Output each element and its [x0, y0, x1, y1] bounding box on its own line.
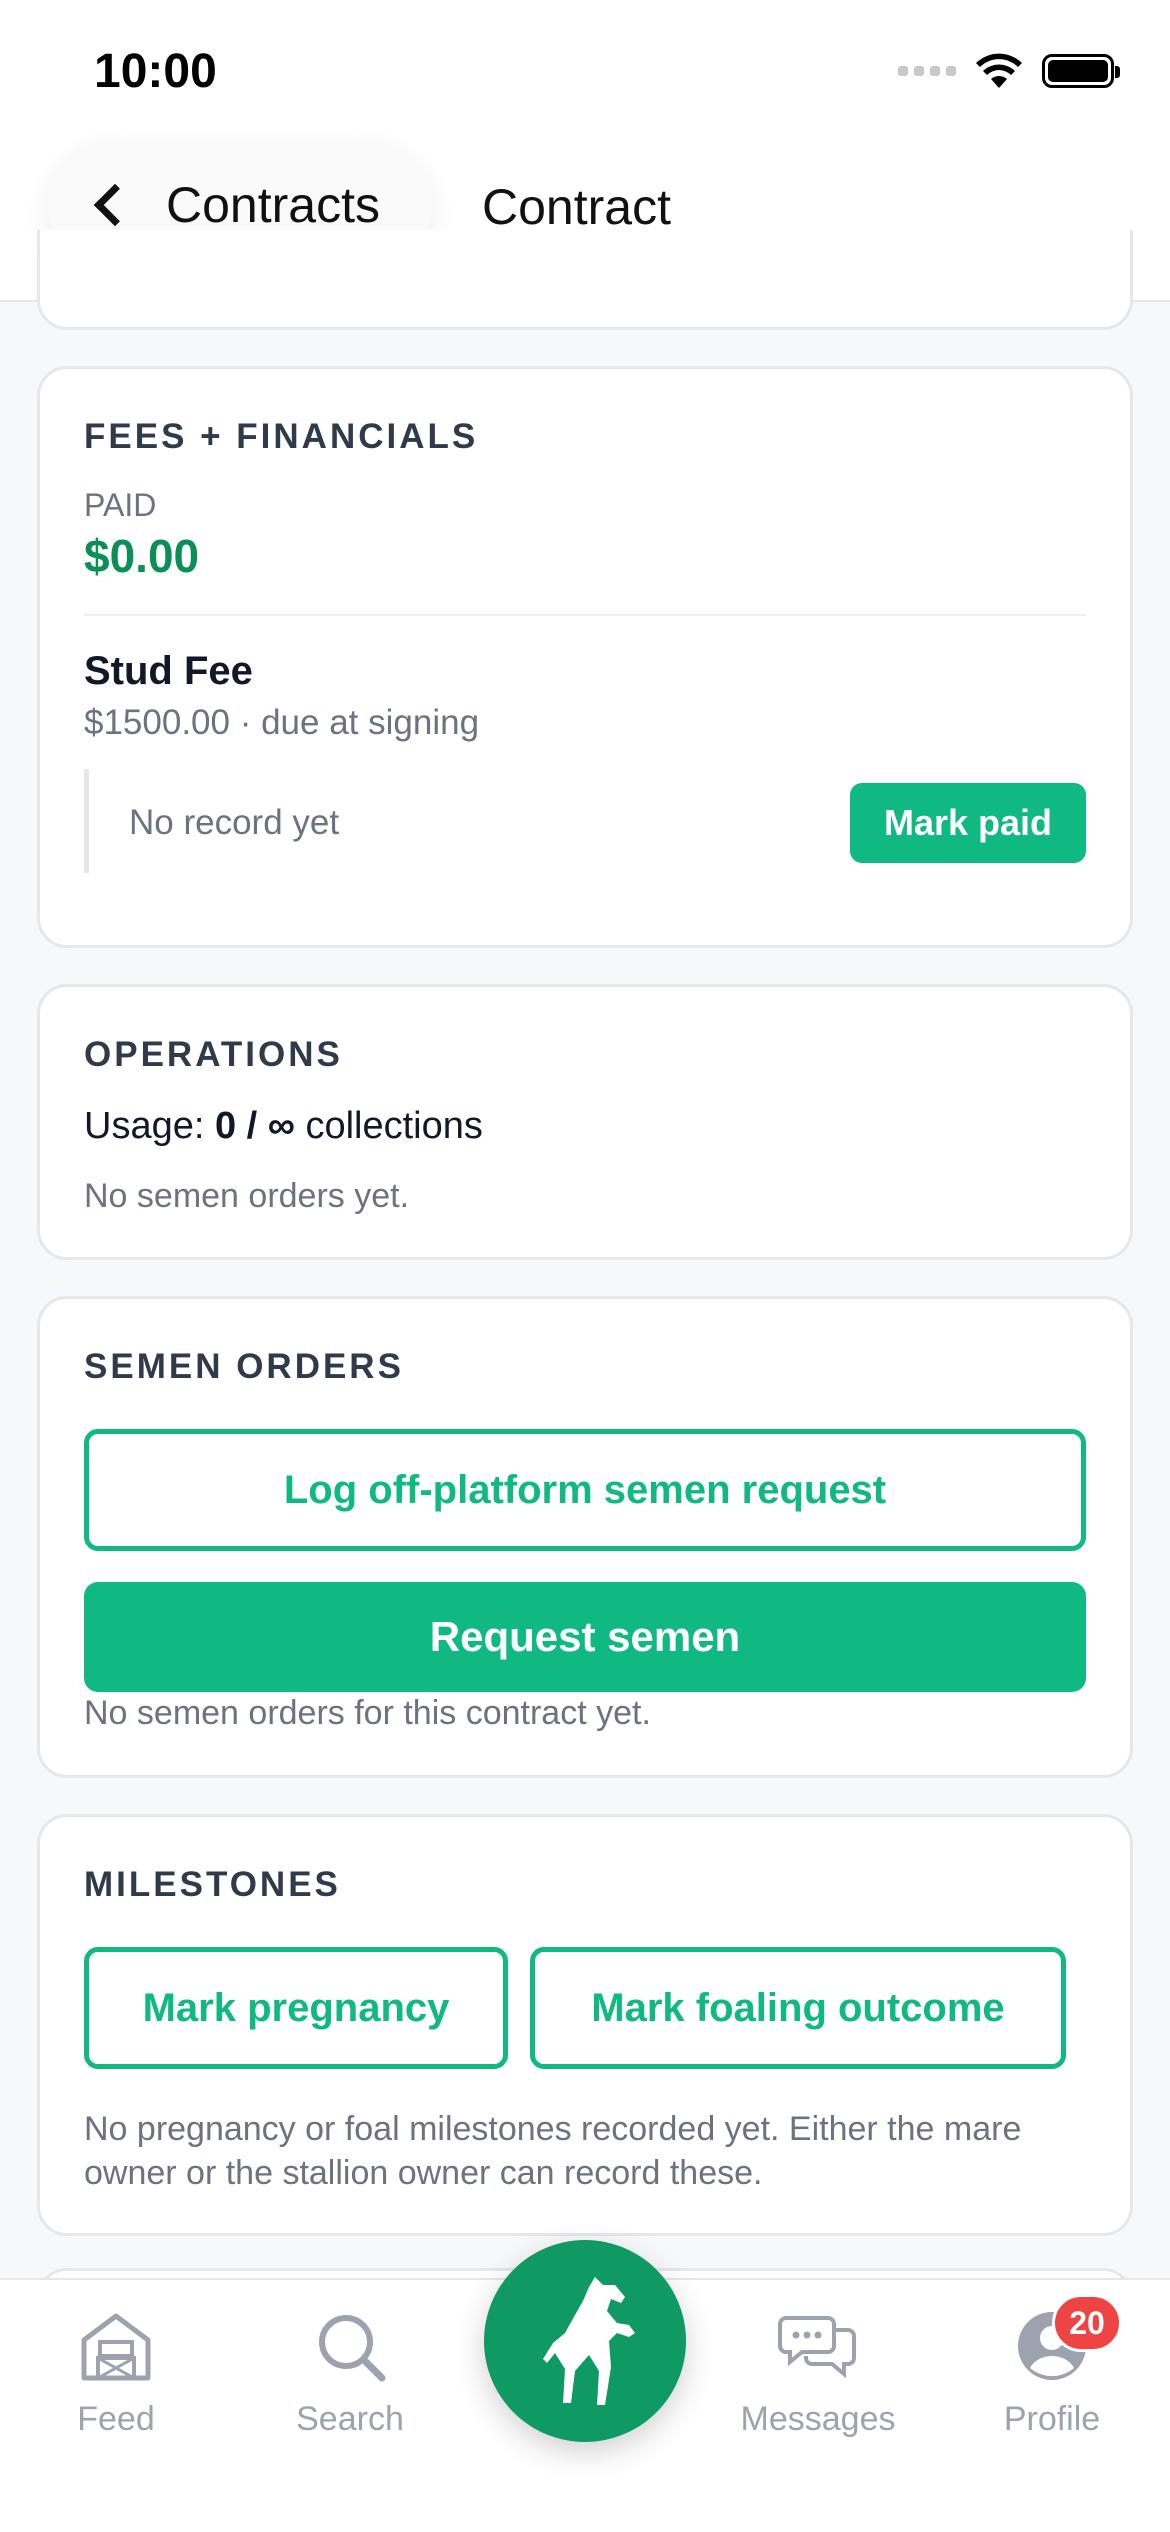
- status-icons: [898, 52, 1120, 90]
- cellular-signal-icon: [898, 66, 956, 76]
- chat-bubbles-icon: [778, 2316, 856, 2379]
- search-icon: [319, 2315, 386, 2382]
- previous-card: [37, 230, 1133, 330]
- paid-value: $0.00: [84, 530, 200, 582]
- tab-messages-label: Messages: [740, 2400, 896, 2438]
- semen-orders-title: SEMEN ORDERS: [84, 1347, 404, 1386]
- tab-messages[interactable]: Messages: [718, 2306, 918, 2456]
- operations-card: OPERATIONS Usage: 0 / ∞ collections No s…: [37, 984, 1133, 1260]
- tab-feed-label: Feed: [77, 2400, 155, 2438]
- rearing-horse-icon: [543, 2277, 635, 2405]
- tab-search[interactable]: Search: [250, 2306, 450, 2456]
- usage-value: 0 / ∞: [214, 1105, 295, 1147]
- milestones-title: MILESTONES: [84, 1865, 341, 1904]
- semen-orders-card: SEMEN ORDERS Log off-platform semen requ…: [37, 1296, 1133, 1778]
- usage-suffix: collections: [305, 1105, 483, 1147]
- log-off-platform-request-button[interactable]: Log off-platform semen request: [84, 1429, 1086, 1551]
- barn-icon: [81, 2313, 151, 2381]
- mark-paid-button[interactable]: Mark paid: [850, 783, 1086, 863]
- tab-profile-label: Profile: [1003, 2400, 1101, 2438]
- wifi-icon: [976, 53, 1022, 88]
- tab-profile[interactable]: 20 Profile: [952, 2294, 1152, 2456]
- notification-badge: 20: [1052, 2294, 1122, 2352]
- status-time: 10:00: [94, 45, 217, 98]
- mark-foaling-outcome-button[interactable]: Mark foaling outcome: [530, 1947, 1066, 2069]
- usage-prefix: Usage:: [84, 1105, 205, 1147]
- milestones-card: MILESTONES Mark pregnancy Mark foaling o…: [37, 1814, 1133, 2236]
- fee-name: Stud Fee: [84, 649, 253, 693]
- fees-title: FEES + FINANCIALS: [84, 417, 479, 456]
- tab-search-label: Search: [296, 2400, 404, 2438]
- divider: [84, 614, 1086, 616]
- semen-orders-note: No semen orders for this contract yet.: [84, 1694, 651, 1732]
- battery-icon: [1042, 54, 1120, 88]
- usage-line: Usage: 0 / ∞ collections: [84, 1105, 483, 1148]
- status-bar: 10:00: [0, 0, 1170, 140]
- chevron-left-icon: [93, 183, 137, 227]
- page-title: Contract: [482, 179, 671, 235]
- back-label: Contracts: [166, 177, 380, 233]
- fee-record-text: No record yet: [129, 803, 340, 842]
- request-semen-button[interactable]: Request semen: [84, 1582, 1086, 1692]
- mark-pregnancy-button[interactable]: Mark pregnancy: [84, 1947, 508, 2069]
- profile-icon-wrap: 20: [1012, 2294, 1122, 2386]
- fee-detail: $1500.00 · due at signing: [84, 703, 480, 742]
- fee-record: No record yet Mark paid: [84, 769, 1086, 873]
- operations-title: OPERATIONS: [84, 1035, 343, 1074]
- operations-note: No semen orders yet.: [84, 1177, 410, 1215]
- fees-card: FEES + FINANCIALS PAID $0.00 Stud Fee $1…: [37, 366, 1133, 948]
- tab-feed[interactable]: Feed: [16, 2306, 216, 2456]
- paid-label: PAID: [84, 487, 157, 523]
- milestones-note: No pregnancy or foal milestones recorded…: [84, 2110, 1022, 2192]
- horse-action-button[interactable]: [484, 2240, 686, 2442]
